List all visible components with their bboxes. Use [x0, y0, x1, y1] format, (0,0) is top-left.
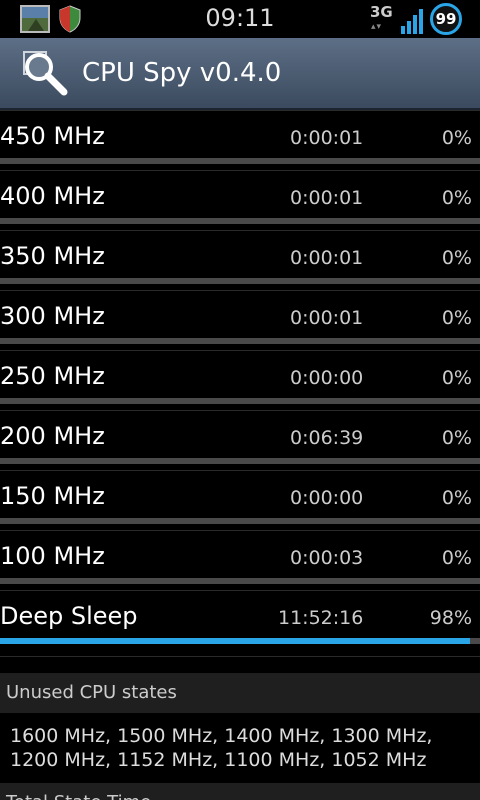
state-frequency: 200 MHz — [0, 422, 105, 450]
state-time: 0:00:00 — [290, 367, 364, 389]
state-progress-bar — [0, 278, 480, 284]
app-title: CPU Spy v0.4.0 — [82, 58, 282, 88]
state-frequency: 350 MHz — [0, 242, 105, 270]
cpu-state-list: 450 MHz 0:00:01 0% 400 MHz 0:00:01 0% 35… — [0, 110, 480, 650]
state-progress-bar — [0, 578, 480, 584]
state-time: 0:06:39 — [290, 427, 364, 449]
state-time: 0:00:01 — [290, 187, 364, 209]
total-state-time-title: Total State Time — [6, 792, 151, 800]
unused-states-header: Unused CPU states — [0, 673, 480, 713]
unused-states-line: 1600 MHz, 1500 MHz, 1400 MHz, 1300 MHz, — [10, 725, 433, 747]
state-progress-bar — [0, 398, 480, 404]
data-arrows-icon: ▴▾ — [371, 22, 383, 32]
state-percent: 0% — [441, 187, 472, 209]
state-frequency: 400 MHz — [0, 182, 105, 210]
state-row[interactable]: 250 MHz 0:00:00 0% — [0, 350, 480, 410]
state-percent: 0% — [441, 487, 472, 509]
state-progress-bar — [0, 338, 480, 344]
state-progress-fill — [0, 638, 471, 644]
state-percent: 0% — [441, 547, 472, 569]
state-time: 0:00:01 — [290, 127, 364, 149]
magnifier-cpu-icon[interactable] — [22, 50, 70, 98]
state-frequency: 450 MHz — [0, 122, 105, 150]
state-frequency: Deep Sleep — [0, 602, 138, 630]
state-percent: 0% — [441, 307, 472, 329]
state-row[interactable]: 100 MHz 0:00:03 0% — [0, 530, 480, 590]
state-progress-bar — [0, 458, 480, 464]
state-percent: 0% — [441, 127, 472, 149]
unused-states-list: 1600 MHz, 1500 MHz, 1400 MHz, 1300 MHz, … — [10, 724, 470, 772]
state-time: 0:00:01 — [290, 247, 364, 269]
state-progress-bar — [0, 518, 480, 524]
state-progress-bar — [0, 218, 480, 224]
state-row[interactable]: 450 MHz 0:00:01 0% — [0, 110, 480, 170]
state-row[interactable]: 400 MHz 0:00:01 0% — [0, 170, 480, 230]
state-percent: 0% — [441, 247, 472, 269]
state-progress-bar — [0, 638, 480, 644]
state-frequency: 250 MHz — [0, 362, 105, 390]
state-percent: 98% — [429, 607, 472, 629]
action-bar: CPU Spy v0.4.0 — [0, 38, 480, 110]
state-row[interactable]: 150 MHz 0:00:00 0% — [0, 470, 480, 530]
total-state-time-header: Total State Time — [0, 783, 480, 800]
deep-sleep-row[interactable]: Deep Sleep 11:52:16 98% — [0, 590, 480, 650]
state-percent: 0% — [441, 367, 472, 389]
state-percent: 0% — [441, 427, 472, 449]
state-frequency: 100 MHz — [0, 542, 105, 570]
network-type: 3G — [370, 3, 393, 21]
signal-icon — [401, 9, 423, 34]
state-time: 11:52:16 — [278, 607, 364, 629]
state-progress-bar — [0, 158, 480, 164]
state-row[interactable]: 300 MHz 0:00:01 0% — [0, 290, 480, 350]
state-row[interactable]: 350 MHz 0:00:01 0% — [0, 230, 480, 290]
status-bar: 09:11 3G ▴▾ 99 — [0, 0, 480, 38]
unused-states-title: Unused CPU states — [6, 682, 177, 703]
state-frequency: 150 MHz — [0, 482, 105, 510]
battery-icon: 99 — [430, 3, 462, 35]
state-time: 0:00:03 — [290, 547, 364, 569]
divider — [0, 656, 480, 657]
state-frequency: 300 MHz — [0, 302, 105, 330]
state-time: 0:00:01 — [290, 307, 364, 329]
state-row[interactable]: 200 MHz 0:06:39 0% — [0, 410, 480, 470]
state-time: 0:00:00 — [290, 487, 364, 509]
unused-states-line: 1200 MHz, 1152 MHz, 1100 MHz, 1052 MHz — [10, 749, 427, 771]
